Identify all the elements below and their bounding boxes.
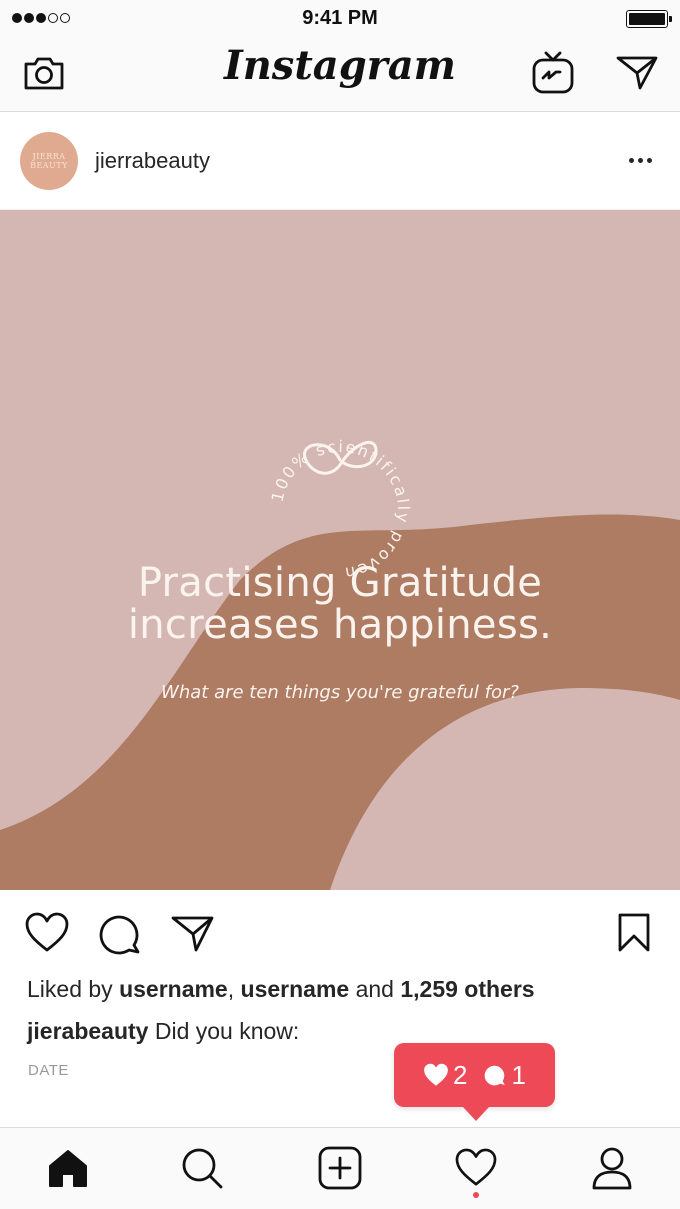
activity-indicator-dot xyxy=(473,1192,479,1198)
post-actions xyxy=(0,890,680,972)
notification-heart-icon xyxy=(424,1063,448,1086)
comment-icon[interactable] xyxy=(98,912,142,961)
caption-text: Did you know: xyxy=(154,1018,300,1044)
likes-text: Liked by username, username and 1,259 ot… xyxy=(27,976,535,1002)
liked-by-user-1[interactable]: username xyxy=(119,976,228,1002)
igtv-icon[interactable] xyxy=(530,50,576,101)
profile-icon[interactable] xyxy=(590,1146,634,1190)
avatar[interactable]: JIERRA BEAUTY xyxy=(20,132,78,190)
post-image[interactable]: 100% scientifically proven Practising Gr… xyxy=(0,210,680,890)
bottom-tab-bar xyxy=(0,1127,680,1209)
liked-by-others[interactable]: 1,259 others xyxy=(400,976,534,1002)
instagram-logo: Instagram xyxy=(224,42,456,89)
headline-line-2: increases happiness. xyxy=(127,602,553,648)
search-icon[interactable] xyxy=(180,1146,224,1190)
liked-by-user-2[interactable]: username xyxy=(241,976,350,1002)
notification-likes-count: 2 xyxy=(453,1059,468,1090)
post-headline: Practising Gratitude increases happiness… xyxy=(0,562,680,646)
battery-icon xyxy=(626,10,672,28)
headline-line-1: Practising Gratitude xyxy=(137,560,543,606)
post-header: JIERRA BEAUTY jierrabeauty xyxy=(0,112,680,210)
bookmark-icon[interactable] xyxy=(616,912,652,959)
like-heart-icon[interactable] xyxy=(24,912,70,959)
avatar-logo: JIERRA BEAUTY xyxy=(30,152,68,170)
status-bar: 9:41 PM xyxy=(0,0,680,36)
direct-send-icon[interactable] xyxy=(614,50,660,99)
top-nav-bar: Instagram xyxy=(0,36,680,112)
more-options-icon[interactable] xyxy=(629,158,652,163)
post-username[interactable]: jierrabeauty xyxy=(95,148,210,174)
post-background-shapes: 100% scientifically proven xyxy=(0,210,680,890)
post-caption: jierabeauty Did you know: xyxy=(27,1018,299,1045)
activity-notification-bubble[interactable]: 2 1 xyxy=(394,1043,555,1121)
activity-icon[interactable] xyxy=(454,1146,498,1190)
status-time: 9:41 PM xyxy=(302,7,378,29)
notification-comments-count: 1 xyxy=(511,1059,526,1090)
add-post-icon[interactable] xyxy=(318,1146,362,1190)
post-question: What are ten things you're grateful for? xyxy=(161,682,519,703)
home-icon[interactable] xyxy=(46,1146,90,1190)
share-icon[interactable] xyxy=(170,912,216,959)
notification-comment-icon xyxy=(484,1065,505,1086)
caption-username[interactable]: jierabeauty xyxy=(27,1018,148,1044)
post-date: DATE xyxy=(28,1062,69,1079)
